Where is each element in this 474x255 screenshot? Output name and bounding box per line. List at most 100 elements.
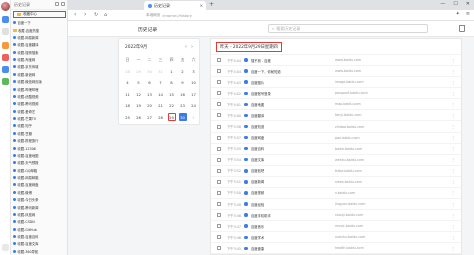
history-row[interactable]: 下午3:50 百度视频 v.baidu.com ⋮	[211, 186, 461, 198]
favorites-item[interactable]: 收藏-搜狗搜索	[13, 49, 67, 56]
row-title[interactable]: 百度新闻	[251, 179, 264, 184]
row-title[interactable]: 百度账号登录	[251, 91, 271, 96]
extensions-icon[interactable]: ✦	[456, 11, 460, 17]
row-checkbox[interactable]	[217, 179, 221, 184]
row-title[interactable]: 百度音乐	[251, 224, 264, 229]
favorites-item[interactable]: 收藏-哔哩哔哩	[13, 85, 67, 92]
history-row[interactable]: 下午3:47 百度音乐 music.baidu.com ⋮	[211, 220, 461, 231]
calendar-day[interactable]: 26	[133, 112, 144, 124]
new-tab-button[interactable]: +	[209, 1, 214, 8]
home-icon[interactable]: ⌂	[104, 12, 107, 18]
favorites-item[interactable]: 收藏-豆瓣	[13, 130, 67, 137]
row-checkbox[interactable]	[217, 190, 221, 195]
row-checkbox[interactable]	[217, 246, 221, 251]
row-title[interactable]: 百度学术	[251, 235, 264, 240]
settings-icon[interactable]	[61, 2, 65, 6]
history-row[interactable]: 下午4:01 百度地图 map.baidu.com ⋮	[211, 98, 461, 109]
history-row[interactable]: 下午4:00 百度翻译 fanyi.baidu.com ⋮	[211, 109, 461, 120]
more-icon[interactable]: ⋮	[451, 80, 455, 85]
history-row[interactable]: 下午4:04 百度一下，你就知道 www.baidu.com ⋮	[211, 65, 461, 76]
row-checkbox[interactable]	[217, 80, 221, 85]
favorites-item[interactable]: 收藏-优酷视频	[13, 93, 67, 100]
more-icon[interactable]: ⋮	[451, 246, 455, 251]
more-icon[interactable]: ⋮	[451, 190, 455, 195]
download-icon[interactable]	[2, 42, 9, 49]
row-checkbox[interactable]	[217, 69, 221, 74]
favorites-item[interactable]: 收藏-腾讯视频	[13, 100, 67, 107]
search-icon[interactable]	[55, 2, 59, 6]
calendar-day[interactable]: 7	[155, 77, 166, 89]
more-icon[interactable]: ⋮	[451, 146, 455, 151]
row-title[interactable]: 百度知道	[251, 124, 264, 129]
calendar-day[interactable]: 28	[155, 112, 166, 124]
favorites-item[interactable]: 收藏-网易邮箱	[13, 174, 67, 181]
row-title[interactable]: 百度地图	[251, 102, 264, 107]
calendar-day[interactable]: 31	[155, 66, 166, 78]
favorites-item[interactable]: 收藏-京东商城	[13, 63, 67, 70]
history-row[interactable]: 下午3:54 百度文库 wenku.baidu.com ⋮	[211, 153, 461, 165]
address-bar[interactable]: 本地网页 chrome://history	[144, 12, 456, 19]
row-checkbox[interactable]	[217, 202, 221, 207]
more-icon[interactable]: ⋮	[451, 124, 455, 129]
favorites-item[interactable]: 百度一下	[13, 19, 67, 26]
calendar-day[interactable]: 13	[144, 89, 155, 101]
row-checkbox[interactable]	[217, 102, 221, 107]
calendar-day[interactable]: 21	[155, 100, 166, 112]
calendar-day[interactable]: 11	[122, 89, 133, 101]
history-row[interactable]: 下午3:52 百度贴吧 tieba.baidu.com ⋮	[211, 164, 461, 176]
favorites-item[interactable]: 收藏-12306	[13, 144, 67, 151]
prev-month-button[interactable]: ‹	[185, 44, 187, 50]
favorites-item[interactable]: 收藏-CSDN	[13, 218, 67, 225]
maximize-button[interactable]: ☐	[453, 1, 457, 7]
row-checkbox[interactable]	[217, 58, 221, 63]
history-row[interactable]: 下午3:49 百度经验 jingyan.baidu.com ⋮	[211, 198, 461, 209]
favorites-item[interactable]: 收藏-GitHub	[13, 226, 67, 233]
history-row[interactable]: 下午4:04 搜不到 - 百度 www.baidu.com ⋮	[211, 54, 461, 65]
calendar-day[interactable]: 19	[133, 100, 144, 112]
favorites-item[interactable]: 收藏-微信网页版	[13, 78, 67, 85]
row-title[interactable]: 百度健康	[251, 246, 264, 251]
history-row[interactable]: 下午3:46 百度学术 xueshu.baidu.com ⋮	[211, 231, 461, 242]
more-icon[interactable]: ⋮	[451, 224, 455, 229]
calendar-day[interactable]: 8	[166, 77, 177, 89]
refresh-icon[interactable]: ↻	[94, 12, 98, 18]
row-title[interactable]: 百度文库	[251, 157, 264, 162]
more-icon[interactable]: ⋮	[451, 58, 455, 63]
favorites-item[interactable]: 收藏-QQ邮箱	[13, 167, 67, 174]
history-icon[interactable]	[2, 28, 9, 35]
favorites-item[interactable]: 收藏-爱奇艺	[13, 108, 67, 115]
delete-icon[interactable]	[459, 25, 465, 32]
add-icon[interactable]	[2, 244, 9, 251]
row-checkbox[interactable]	[217, 146, 221, 151]
calendar-day[interactable]: 1	[166, 66, 177, 78]
more-icon[interactable]: ⋮	[451, 69, 455, 74]
row-title[interactable]: 百度翻译	[251, 113, 264, 118]
favorites-item[interactable]: 收藏-百度翻译	[13, 41, 67, 48]
history-row[interactable]: 下午3:48 百度手机助手 shouji.baidu.com ⋮	[211, 209, 461, 220]
search-input[interactable]: ⌕ 搜索历史记录	[268, 24, 428, 33]
row-checkbox[interactable]	[217, 224, 221, 229]
calendar-day[interactable]: 25	[122, 112, 133, 124]
row-checkbox[interactable]	[217, 168, 221, 173]
more-icon[interactable]: ⋮	[451, 102, 455, 107]
calendar-day[interactable]: 30	[177, 112, 188, 124]
favorites-item[interactable]: 收藏-腾讯新闻	[13, 203, 67, 210]
translate-icon[interactable]	[2, 78, 9, 85]
calendar-day[interactable]: 15	[166, 89, 177, 101]
favorites-item[interactable]: 收藏-凤凰网	[13, 211, 67, 218]
back-icon[interactable]: ‹	[74, 11, 76, 18]
calendar-day[interactable]: 17	[188, 89, 199, 101]
favorites-item[interactable]: 收藏-携程旅行	[13, 137, 67, 144]
calendar-day[interactable]: 14	[155, 89, 166, 101]
row-title[interactable]: 百度视频	[251, 190, 264, 195]
favorites-item[interactable]: 收藏-百度文库	[13, 240, 67, 247]
history-row[interactable]: 下午4:02 百度账号登录 passport.baidu.com ⋮	[211, 87, 461, 98]
more-icon[interactable]: ⋮	[451, 202, 455, 207]
screenshot-icon[interactable]	[2, 66, 9, 73]
calendar-day[interactable]: 20	[144, 100, 155, 112]
more-icon[interactable]: ⋮	[451, 235, 455, 240]
row-checkbox[interactable]	[217, 91, 221, 96]
calendar-day[interactable]: 10	[188, 77, 199, 89]
history-row[interactable]: 下午3:51 百度新闻 news.baidu.com ⋮	[211, 175, 461, 187]
favorites-item[interactable]: 收藏-微博	[13, 189, 67, 196]
